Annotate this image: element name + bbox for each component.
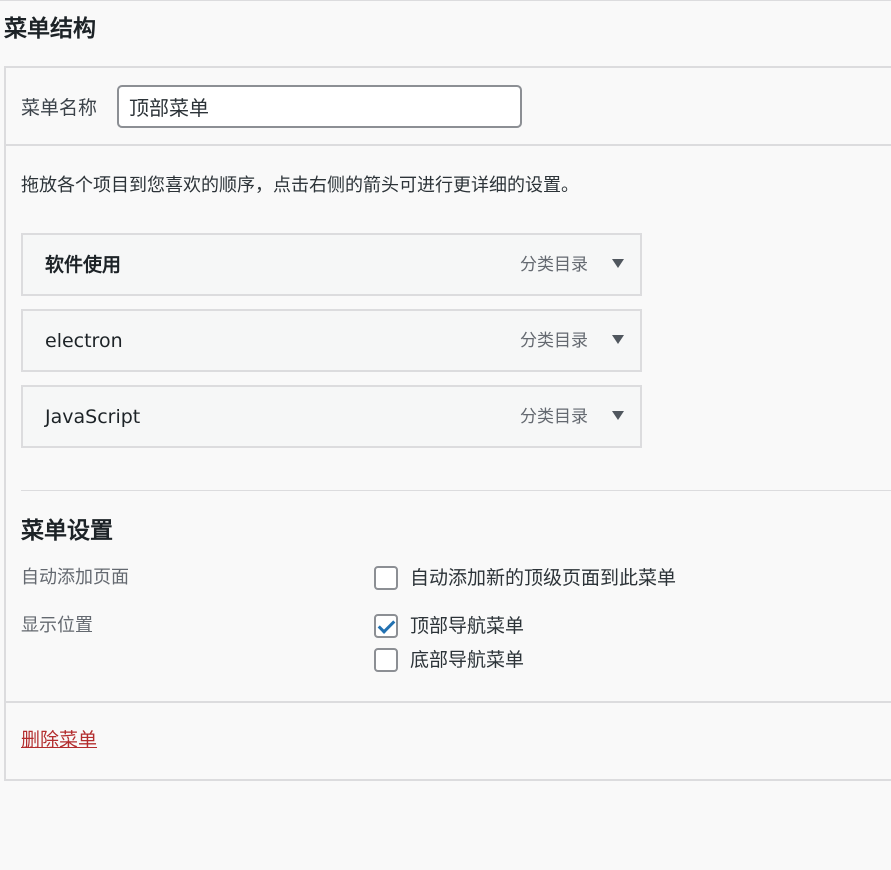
menu-item-electron[interactable]: electron 分类目录 xyxy=(21,309,642,372)
auto-add-checkbox[interactable] xyxy=(374,566,398,590)
menu-name-input[interactable] xyxy=(117,85,522,128)
triangle-down-icon[interactable] xyxy=(612,259,624,268)
footer-divider xyxy=(6,701,891,703)
menu-item-type: 分类目录 xyxy=(520,255,588,275)
menu-item-title: 软件使用 xyxy=(45,254,122,276)
menu-item-javascript[interactable]: JavaScript 分类目录 xyxy=(21,385,642,448)
display-location-label: 显示位置 xyxy=(21,615,93,636)
checkmark-icon xyxy=(377,616,396,634)
menu-item-software-usage[interactable]: 软件使用 分类目录 xyxy=(21,233,642,296)
auto-add-checkbox-label[interactable]: 自动添加新的顶级页面到此菜单 xyxy=(410,565,676,591)
triangle-down-icon[interactable] xyxy=(612,335,624,344)
delete-menu-link[interactable]: 删除菜单 xyxy=(21,728,97,752)
drag-instructions: 拖放各个项目到您喜欢的顺序，点击右侧的箭头可进行更详细的设置。 xyxy=(21,175,579,196)
menu-name-row: 菜单名称 xyxy=(6,68,891,146)
top-nav-checkbox[interactable] xyxy=(374,614,398,638)
top-divider xyxy=(0,0,891,1)
auto-add-pages-label: 自动添加页面 xyxy=(21,567,129,588)
menu-item-type: 分类目录 xyxy=(520,407,588,427)
triangle-down-icon[interactable] xyxy=(612,411,624,420)
menu-item-title: JavaScript xyxy=(45,406,141,428)
page-title: 菜单结构 xyxy=(4,16,96,42)
section-divider xyxy=(21,490,891,491)
menu-settings-title: 菜单设置 xyxy=(21,518,113,544)
menu-item-title: electron xyxy=(45,330,123,352)
bottom-nav-checkbox-label[interactable]: 底部导航菜单 xyxy=(410,647,524,673)
top-nav-checkbox-label[interactable]: 顶部导航菜单 xyxy=(410,613,524,639)
menu-edit-panel: 菜单名称 拖放各个项目到您喜欢的顺序，点击右侧的箭头可进行更详细的设置。 软件使… xyxy=(4,66,891,781)
bottom-nav-checkbox[interactable] xyxy=(374,648,398,672)
menu-item-type: 分类目录 xyxy=(520,331,588,351)
menu-name-label: 菜单名称 xyxy=(21,97,98,119)
